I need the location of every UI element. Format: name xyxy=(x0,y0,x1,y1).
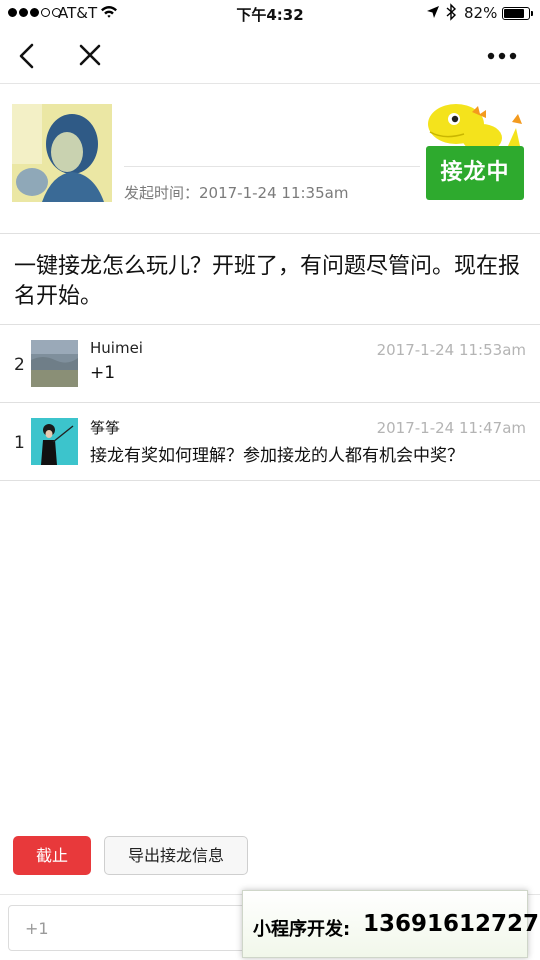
stop-button[interactable]: 截止 xyxy=(13,836,91,875)
more-dots-icon xyxy=(487,52,517,60)
close-icon xyxy=(79,44,101,66)
entry-avatar[interactable] xyxy=(31,418,78,465)
entry-text: +1 xyxy=(90,363,116,383)
close-button[interactable] xyxy=(72,38,108,74)
promo-phone: 13691612727 xyxy=(363,911,540,937)
battery-percentage: 82% xyxy=(464,4,498,22)
navigation-bar xyxy=(0,28,540,84)
entry-index: 2 xyxy=(14,355,25,375)
entry-text: 接龙有奖如何理解？参加接龙的人都有机会中奖？ xyxy=(90,446,464,466)
status-badge: 接龙中 xyxy=(426,146,524,200)
promo-banner: 小程序开发: 13691612727 xyxy=(242,890,539,958)
more-button[interactable] xyxy=(482,38,522,74)
entry-time: 2017-1-24 11:53am xyxy=(376,341,526,359)
entry-name: Huimei xyxy=(90,339,143,357)
created-time: 发起时间：2017-1-24 11:35am xyxy=(124,184,349,202)
entry-name: 筝筝 xyxy=(90,419,121,437)
organizer-avatar[interactable] xyxy=(12,104,112,202)
avatar-portrait-image xyxy=(12,104,112,202)
topic-text: 一键接龙怎么玩儿？开班了，有问题尽管问。现在报名开始。 xyxy=(14,254,521,309)
solitaire-header: 发起时间：2017-1-24 11:35am 接龙中 xyxy=(0,84,540,234)
location-arrow-icon xyxy=(427,6,439,18)
entry-time: 2017-1-24 11:47am xyxy=(376,419,526,437)
entry-avatar[interactable] xyxy=(31,340,78,387)
battery-icon xyxy=(502,7,533,20)
entry-index: 1 xyxy=(14,433,25,453)
back-chevron-icon xyxy=(19,43,34,69)
bluetooth-icon xyxy=(446,3,457,21)
export-info-button[interactable]: 导出接龙信息 xyxy=(104,836,248,875)
list-item[interactable]: 2 Huimei 2017-1-24 11:53am +1 xyxy=(0,325,540,403)
back-button[interactable] xyxy=(10,38,46,74)
list-item[interactable]: 1 筝筝 2017-1-24 11:47am 接龙有奖如何理解？参加接龙的人都有… xyxy=(0,403,540,481)
sky-photo-avatar-image xyxy=(31,340,78,387)
woman-silhouette-avatar-image xyxy=(31,418,78,465)
clock: 下午4:32 xyxy=(236,6,304,24)
status-bar: AT&T 下午4:32 82% xyxy=(0,0,540,28)
header-divider xyxy=(124,166,420,167)
promo-label: 小程序开发: xyxy=(253,919,351,940)
battery-level-fill xyxy=(504,9,524,18)
reply-input[interactable] xyxy=(8,905,268,951)
